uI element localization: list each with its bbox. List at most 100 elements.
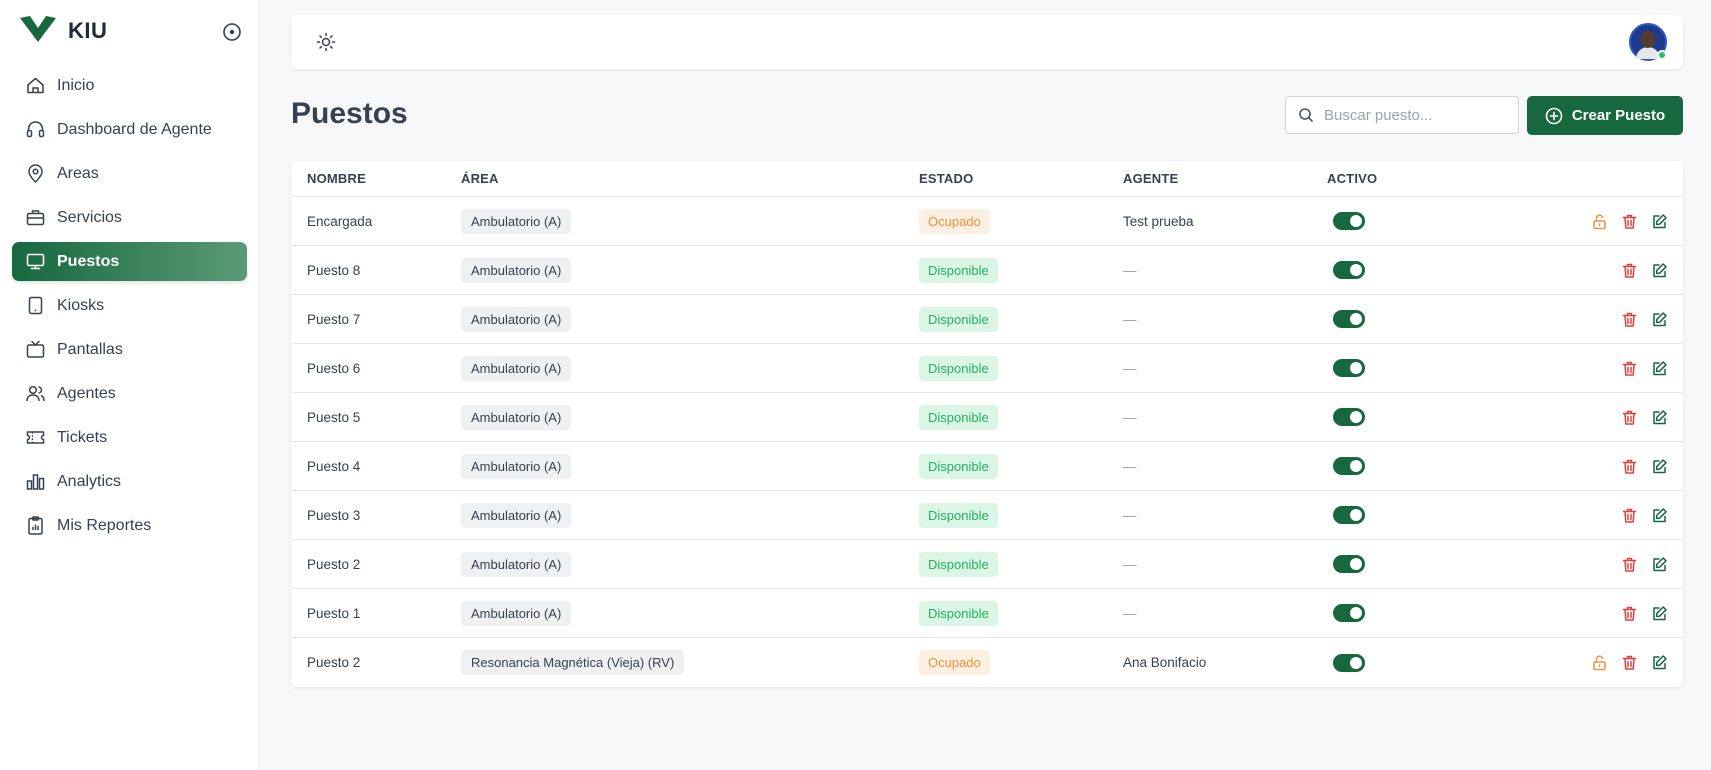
sidebar-item-puestos[interactable]: Puestos	[12, 242, 247, 281]
sidebar-item-servicios[interactable]: Servicios	[12, 198, 247, 237]
trash-icon	[1622, 263, 1637, 278]
active-toggle[interactable]	[1333, 310, 1365, 328]
briefcase-icon	[26, 210, 45, 226]
delete-button[interactable]	[1620, 408, 1639, 427]
create-puesto-button[interactable]: Crear Puesto	[1527, 96, 1683, 135]
edit-button[interactable]	[1650, 408, 1669, 427]
active-toggle[interactable]	[1333, 555, 1365, 573]
theme-toggle-button[interactable]	[314, 30, 338, 54]
delete-button[interactable]	[1620, 555, 1639, 574]
brand[interactable]: KIU	[20, 15, 107, 47]
area-badge: Ambulatorio (A)	[461, 306, 572, 332]
cell-agente: —	[1123, 409, 1137, 425]
edit-button[interactable]	[1650, 261, 1669, 280]
edit-button[interactable]	[1650, 555, 1669, 574]
sidebar-item-kiosks[interactable]: Kiosks	[12, 286, 247, 325]
unlock-button[interactable]	[1590, 653, 1609, 672]
sidebar-item-label: Mis Reportes	[57, 516, 152, 534]
delete-button[interactable]	[1620, 359, 1639, 378]
cell-actions	[1507, 261, 1683, 280]
status-badge: Ocupado	[919, 650, 990, 675]
sidebar-item-areas[interactable]: Areas	[12, 154, 247, 193]
kiu-logo-icon	[20, 15, 56, 47]
delete-button[interactable]	[1620, 653, 1639, 672]
cell-estado: Ocupado	[919, 208, 1123, 234]
edit-button[interactable]	[1650, 212, 1669, 231]
active-toggle[interactable]	[1333, 506, 1365, 524]
active-toggle[interactable]	[1333, 604, 1365, 622]
sidebar-collapse-button[interactable]	[220, 20, 244, 44]
cell-actions	[1507, 457, 1683, 476]
bar-chart-icon	[26, 474, 45, 490]
search-icon	[1299, 108, 1313, 122]
delete-button[interactable]	[1620, 457, 1639, 476]
cell-agente: —	[1123, 311, 1137, 327]
delete-button[interactable]	[1620, 212, 1639, 231]
unlock-button[interactable]	[1590, 212, 1609, 231]
cell-nombre: Puesto 4	[307, 458, 361, 474]
topbar	[291, 15, 1683, 69]
delete-button[interactable]	[1620, 261, 1639, 280]
active-toggle[interactable]	[1333, 261, 1365, 279]
search-box[interactable]	[1285, 96, 1519, 134]
cell-activo	[1327, 310, 1507, 328]
status-badge: Disponible	[919, 355, 998, 381]
active-toggle[interactable]	[1333, 359, 1365, 377]
table-row: Puesto 8 Ambulatorio (A) Disponible —	[291, 246, 1683, 295]
sidebar-item-pantallas[interactable]: Pantallas	[12, 330, 247, 369]
active-toggle[interactable]	[1333, 408, 1365, 426]
status-badge: Disponible	[919, 453, 998, 479]
puestos-table: NOMBRE ÁREA ESTADO AGENTE ACTIVO Encarga…	[291, 161, 1683, 687]
active-toggle[interactable]	[1333, 212, 1365, 230]
online-status-dot	[1657, 50, 1667, 60]
trash-icon	[1622, 361, 1637, 376]
edit-button[interactable]	[1650, 653, 1669, 672]
edit-button[interactable]	[1650, 604, 1669, 623]
active-toggle[interactable]	[1333, 457, 1365, 475]
table-body: Encargada Ambulatorio (A) Ocupado Test prue…	[291, 197, 1683, 687]
sidebar-item-tickets[interactable]: Tickets	[12, 418, 247, 457]
monitor-icon	[26, 253, 45, 270]
cell-actions	[1507, 604, 1683, 623]
edit-button[interactable]	[1650, 359, 1669, 378]
delete-button[interactable]	[1620, 506, 1639, 525]
cell-nombre: Puesto 1	[307, 605, 361, 621]
sidebar-item-analytics[interactable]: Analytics	[12, 462, 247, 501]
sidebar-item-mis-reportes[interactable]: Mis Reportes	[12, 506, 247, 545]
cell-area: Ambulatorio (A)	[461, 600, 919, 626]
status-badge: Disponible	[919, 551, 998, 577]
cell-area: Ambulatorio (A)	[461, 355, 919, 381]
cell-agente: —	[1123, 262, 1137, 278]
plus-circle-icon	[1545, 107, 1563, 124]
users-icon	[26, 385, 45, 402]
edit-icon	[1653, 311, 1667, 326]
active-toggle[interactable]	[1333, 653, 1365, 672]
map-pin-icon	[28, 164, 43, 184]
status-badge: Disponible	[919, 257, 998, 283]
delete-button[interactable]	[1620, 604, 1639, 623]
cell-activo	[1327, 408, 1507, 426]
sidebar-item-dashboard-de-agente[interactable]: Dashboard de Agente	[12, 110, 247, 149]
column-header-estado: ESTADO	[919, 171, 974, 186]
edit-button[interactable]	[1650, 310, 1669, 329]
cell-nombre: Encargada	[307, 213, 373, 229]
cell-activo	[1327, 359, 1507, 377]
user-avatar[interactable]	[1629, 23, 1667, 61]
area-badge: Ambulatorio (A)	[461, 355, 572, 381]
edit-button[interactable]	[1650, 506, 1669, 525]
area-badge: Resonancia Magnética (Vieja) (RV)	[461, 650, 685, 675]
sidebar-nav: Inicio Dashboard de Agente Areas Servicios P…	[12, 66, 247, 550]
delete-button[interactable]	[1620, 310, 1639, 329]
sidebar-item-label: Dashboard de Agente	[57, 120, 212, 138]
search-input[interactable]	[1324, 106, 1504, 124]
column-header-agente: AGENTE	[1123, 171, 1179, 186]
table-row: Puesto 1 Ambulatorio (A) Disponible —	[291, 589, 1683, 638]
cell-actions	[1507, 408, 1683, 427]
cell-activo	[1327, 457, 1507, 475]
cell-area: Ambulatorio (A)	[461, 502, 919, 528]
edit-button[interactable]	[1650, 457, 1669, 476]
sidebar-item-agentes[interactable]: Agentes	[12, 374, 247, 413]
table-row: Puesto 3 Ambulatorio (A) Disponible —	[291, 491, 1683, 540]
cell-nombre: Puesto 5	[307, 409, 361, 425]
sidebar-item-inicio[interactable]: Inicio	[12, 66, 247, 105]
